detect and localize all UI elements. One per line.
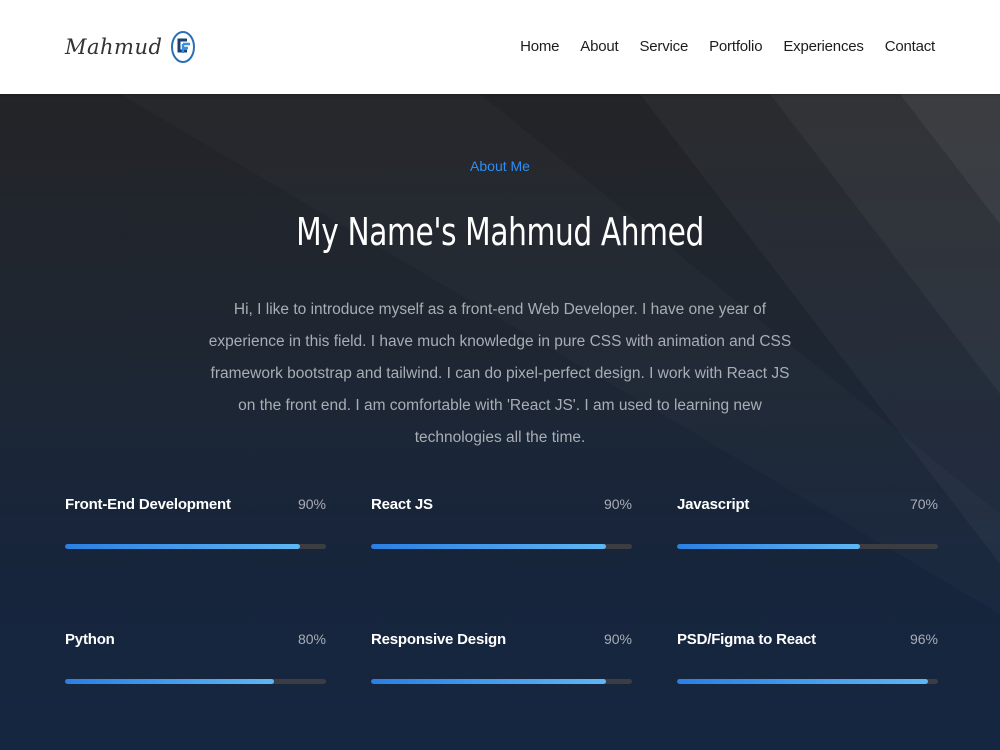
logo[interactable]: Mahmud xyxy=(65,29,196,65)
progress-fill xyxy=(371,544,606,549)
progress-fill xyxy=(677,679,928,684)
skill-item: Python 80% xyxy=(65,629,326,684)
skill-percent: 96% xyxy=(909,631,938,647)
skill-percent: 90% xyxy=(603,631,632,647)
skill-percent: 90% xyxy=(603,496,632,512)
skill-name: Responsive Design xyxy=(371,631,506,648)
progress-track xyxy=(677,679,938,684)
progress-track xyxy=(371,544,632,549)
navbar: Mahmud Home About Service Portfolio Expe… xyxy=(0,0,1000,94)
skill-percent: 80% xyxy=(297,631,326,647)
progress-fill xyxy=(677,544,860,549)
nav-link-contact[interactable]: Contact xyxy=(885,38,935,55)
nav-menu: Home About Service Portfolio Experiences… xyxy=(520,38,935,56)
skill-item: React JS 90% xyxy=(371,494,632,549)
skill-name: PSD/Figma to React xyxy=(677,631,816,648)
progress-fill xyxy=(65,679,274,684)
cf-monogram-icon xyxy=(171,31,196,63)
intro-paragraph: Hi, I like to introduce myself as a fron… xyxy=(208,301,792,446)
skill-item: Javascript 70% xyxy=(677,494,938,549)
page-title: My Name's Mahmud Ahmed xyxy=(296,210,704,254)
skill-name: Python xyxy=(65,631,115,648)
section-eyebrow: About Me xyxy=(470,158,530,174)
skill-percent: 90% xyxy=(297,496,326,512)
skill-item: Responsive Design 90% xyxy=(371,629,632,684)
nav-link-service[interactable]: Service xyxy=(639,38,688,55)
skills-grid: Front-End Development 90% React JS 90% J… xyxy=(65,494,938,684)
skill-item: Front-End Development 90% xyxy=(65,494,326,549)
skill-name: React JS xyxy=(371,496,433,513)
progress-fill xyxy=(371,679,606,684)
skill-item: PSD/Figma to React 96% xyxy=(677,629,938,684)
progress-track xyxy=(65,544,326,549)
nav-link-portfolio[interactable]: Portfolio xyxy=(709,38,762,55)
progress-fill xyxy=(65,544,300,549)
skill-name: Front-End Development xyxy=(65,496,231,513)
nav-link-home[interactable]: Home xyxy=(520,38,559,55)
skill-name: Javascript xyxy=(677,496,750,513)
about-section: About Me My Name's Mahmud Ahmed Hi, I li… xyxy=(0,94,1000,750)
nav-link-experiences[interactable]: Experiences xyxy=(783,38,864,55)
progress-track xyxy=(371,679,632,684)
nav-link-about[interactable]: About xyxy=(580,38,618,55)
logo-text: Mahmud xyxy=(65,35,163,59)
skill-percent: 70% xyxy=(909,496,938,512)
progress-track xyxy=(65,679,326,684)
progress-track xyxy=(677,544,938,549)
